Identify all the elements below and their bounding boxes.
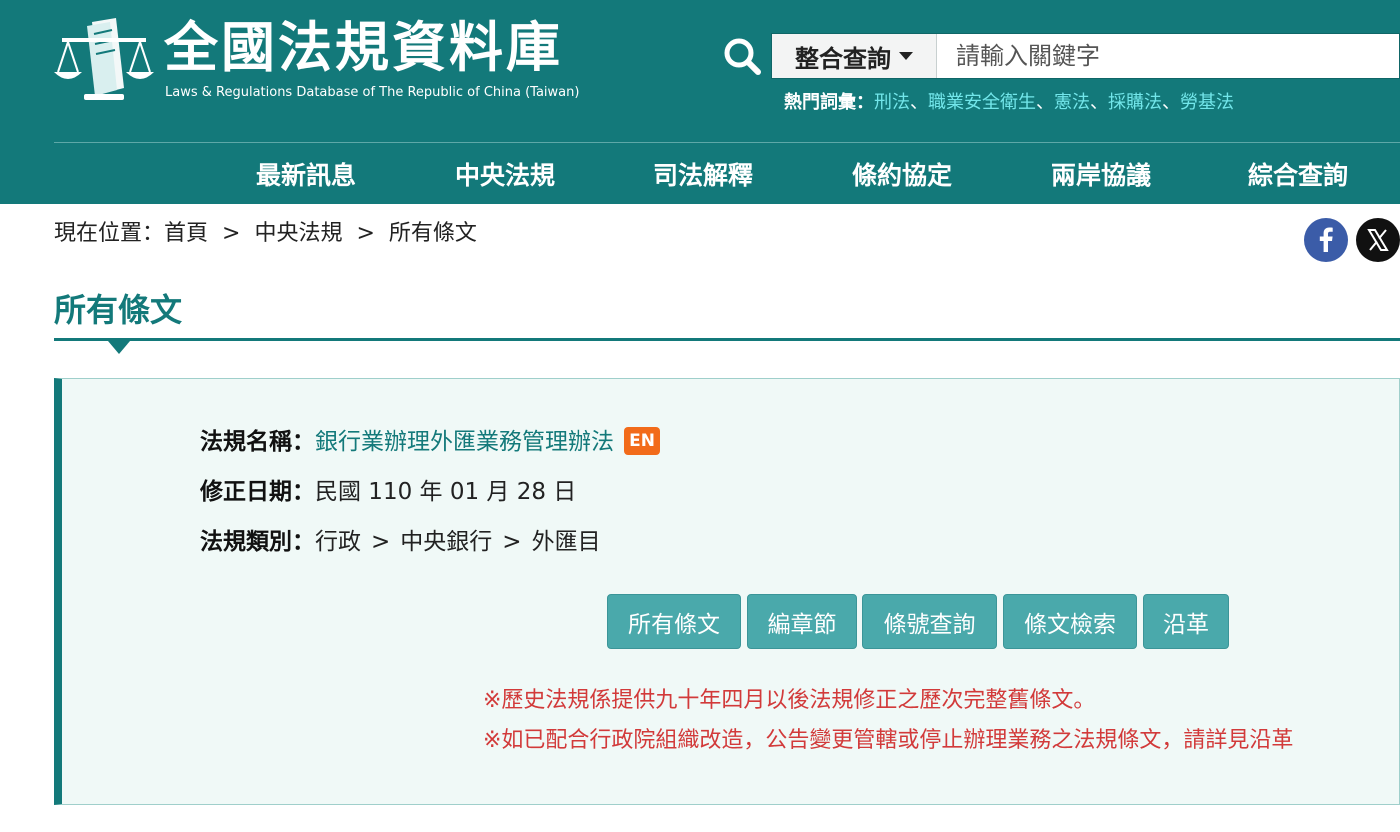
hot-term-separator: 、 — [1090, 92, 1108, 113]
nav-item-comprehensive-search[interactable]: 綜合查詢 — [1238, 143, 1358, 204]
x-share-button[interactable] — [1356, 218, 1400, 262]
chapters-button[interactable]: 編章節 — [747, 594, 857, 649]
nav-item-central-regulations[interactable]: 中央法規 — [445, 143, 565, 204]
law-info-panel: 法規名稱：銀行業辦理外匯業務管理辦法 EN 修正日期：民國 110 年 01 月 … — [54, 378, 1400, 805]
hot-term-link[interactable]: 職業安全衛生 — [928, 92, 1036, 113]
facebook-icon — [1319, 227, 1333, 252]
x-icon — [1367, 229, 1389, 251]
page-title: 所有條文 — [54, 291, 183, 329]
breadcrumb-separator: > — [222, 221, 241, 246]
category-separator: > — [502, 529, 522, 555]
hot-term-link[interactable]: 刑法 — [874, 92, 910, 113]
law-name-row: 法規名稱：銀行業辦理外匯業務管理辦法 EN — [200, 426, 660, 457]
hot-terms-label: 熱門詞彙： — [784, 92, 874, 113]
main-nav: 最新訊息 中央法規 司法解釋 條約協定 兩岸協議 綜合查詢 — [0, 143, 1400, 204]
hot-term-separator: 、 — [1036, 92, 1054, 113]
hot-term-separator: 、 — [910, 92, 928, 113]
search-icon[interactable] — [722, 36, 762, 76]
category-item: 中央銀行 — [400, 529, 493, 555]
site-title[interactable]: 全國法規資料庫 — [164, 16, 563, 80]
facebook-share-button[interactable] — [1304, 218, 1348, 262]
all-articles-button[interactable]: 所有條文 — [607, 594, 741, 649]
amend-date-value: 民國 110 年 01 月 28 日 — [315, 479, 577, 505]
nav-item-latest-news[interactable]: 最新訊息 — [246, 143, 366, 204]
article-text-search-button[interactable]: 條文檢索 — [1003, 594, 1137, 649]
category-row: 法規類別：行政 > 中央銀行 > 外匯目 — [200, 527, 601, 557]
nav-item-judicial-interpretation[interactable]: 司法解釋 — [643, 143, 763, 204]
article-number-search-button[interactable]: 條號查詢 — [862, 594, 997, 649]
category-item: 外匯目 — [531, 529, 601, 555]
title-pointer — [108, 341, 130, 354]
category-item: 行政 — [315, 529, 361, 555]
search-scope-label: 整合查詢 — [795, 44, 891, 73]
breadcrumb-item-home[interactable]: 首頁 — [164, 221, 208, 246]
site-logo-icon[interactable] — [54, 14, 154, 104]
note-history-versions: ※歷史法規係提供九十年四月以後法規修正之歷次完整舊條文。 — [483, 688, 1096, 713]
search-box: 整合查詢 — [771, 33, 1400, 79]
law-name-link[interactable]: 銀行業辦理外匯業務管理辦法 — [315, 429, 614, 455]
history-button[interactable]: 沿革 — [1143, 594, 1229, 649]
site-header: 全國法規資料庫 Laws & Regulations Database of T… — [0, 0, 1400, 204]
category-label: 法規類別： — [200, 529, 315, 555]
breadcrumb-item-current: 所有條文 — [388, 221, 477, 246]
amend-date-label: 修正日期： — [200, 479, 315, 505]
hot-term-separator: 、 — [1162, 92, 1180, 113]
title-underline — [54, 338, 1400, 341]
search-input[interactable] — [938, 34, 1398, 78]
nav-item-treaties[interactable]: 條約協定 — [842, 143, 962, 204]
english-version-badge[interactable]: EN — [624, 426, 660, 455]
note-reorganization: ※如已配合行政院組織改造，公告變更管轄或停止辦理業務之法規條文，請詳見沿革 — [483, 728, 1294, 753]
category-separator: > — [371, 529, 391, 555]
amend-date-row: 修正日期：民國 110 年 01 月 28 日 — [200, 477, 576, 507]
breadcrumb-separator: > — [356, 221, 375, 246]
breadcrumb-item-central-regulations[interactable]: 中央法規 — [254, 221, 342, 246]
breadcrumb-prefix: 現在位置： — [54, 221, 165, 246]
hot-term-link[interactable]: 採購法 — [1108, 92, 1162, 113]
law-name-label: 法規名稱： — [200, 429, 315, 455]
chevron-down-icon — [899, 52, 913, 60]
hot-term-link[interactable]: 勞基法 — [1180, 92, 1234, 113]
hot-term-link[interactable]: 憲法 — [1054, 92, 1090, 113]
search-scope-dropdown[interactable]: 整合查詢 — [772, 34, 937, 78]
nav-item-cross-strait[interactable]: 兩岸協議 — [1041, 143, 1161, 204]
breadcrumb: 現在位置：首頁 > 中央法規 > 所有條文 — [54, 220, 477, 248]
site-subtitle: Laws & Regulations Database of The Repub… — [165, 85, 580, 100]
hot-terms: 熱門詞彙：刑法、職業安全衛生、憲法、採購法、勞基法 — [784, 92, 1234, 114]
